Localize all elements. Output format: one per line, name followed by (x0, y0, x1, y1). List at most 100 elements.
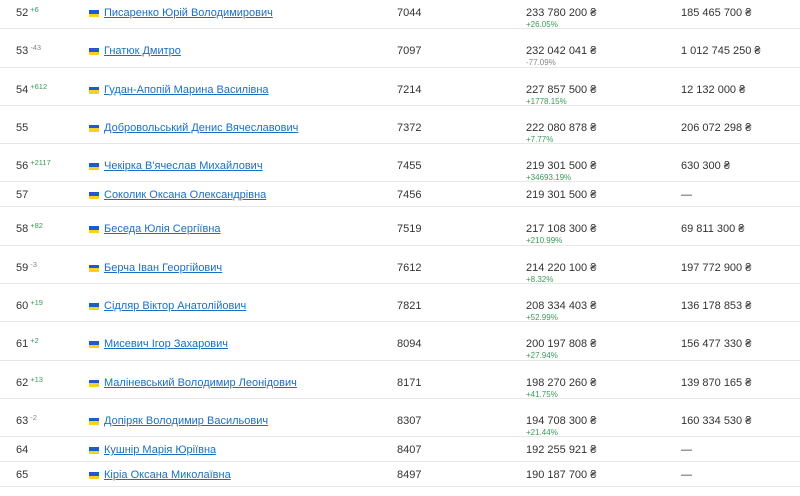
declaration-number: 7455 (397, 160, 422, 173)
declaration-number: 7821 (397, 300, 422, 313)
percent-change: +26.05% (526, 20, 558, 29)
rank-number: 65 (16, 469, 29, 482)
rank-cell: 62 +13 (16, 374, 43, 389)
person-name-link[interactable]: Берча Іван Георгійович (104, 262, 222, 274)
table-row: 62 +13 Маліневський Володимир Леонідович 81… (0, 361, 800, 399)
previous-amount: 197 772 900 ₴ (681, 261, 752, 274)
rank-cell: 61 +2 (16, 336, 39, 350)
table-row: 56 +2117 Чекірка В'ячеслав Михайлович 7455 2… (0, 144, 800, 183)
rank-cell: 54 +612 (16, 81, 48, 96)
ukraine-flag-icon (89, 303, 99, 311)
rank-change: -2 (30, 412, 37, 422)
declaration-number: 8307 (397, 414, 422, 427)
ukraine-flag-icon (89, 379, 99, 387)
rank-number: 62 (16, 376, 29, 389)
declarations-table: 52 +6 Писаренко Юрій Володимирович 7044 233 … (0, 0, 800, 488)
person-name-link[interactable]: Беседа Юлія Сергіївна (104, 223, 221, 235)
percent-change: +52.99% (526, 313, 558, 323)
percent-change: +21.44% (526, 427, 558, 437)
rank-cell: 55 (16, 122, 28, 134)
rank-number: 52 (16, 7, 29, 19)
person-name-link[interactable]: Сідляр Віктор Анатолійович (104, 300, 246, 312)
rank-number: 63 (16, 414, 29, 427)
person-name-link[interactable]: Чекірка В'ячеслав Михайлович (104, 160, 263, 172)
rank-cell: 65 (16, 469, 28, 481)
table-row: 60 +19 Сідляр Віктор Анатолійович 7821 208 3… (0, 284, 800, 323)
current-amount: 208 334 403 ₴ (526, 300, 597, 313)
rank-change: +13 (30, 374, 43, 384)
current-amount: 233 780 200 ₴ (526, 7, 597, 19)
previous-amount: 69 811 300 ₴ (681, 223, 745, 236)
current-amount: 232 042 041 ₴ (526, 45, 597, 58)
previous-amount: 1 012 745 250 ₴ (681, 45, 761, 58)
rank-cell: 58 +82 (16, 221, 43, 236)
person-name-link[interactable]: Соколик Оксана Олександрівна (104, 189, 266, 201)
table-row: 55 Добровольський Денис Вячеславович 7372 2… (0, 106, 800, 145)
previous-amount: — (681, 444, 692, 457)
rank-number: 58 (16, 223, 29, 236)
ukraine-flag-icon (89, 86, 99, 94)
rank-change: +2117 (30, 158, 51, 168)
previous-amount: 185 465 700 ₴ (681, 7, 752, 19)
ukraine-flag-icon (89, 163, 99, 171)
person-name-link[interactable]: Мисевич Ігор Захарович (104, 338, 228, 350)
current-amount: 194 708 300 ₴ (526, 414, 597, 427)
current-amount: 214 220 100 ₴ (526, 261, 597, 274)
rank-number: 54 (16, 83, 29, 96)
table-row: 64 Кушнір Марія Юріївна 8407 192 255 921 ₴ — (0, 437, 800, 463)
declaration-number: 8094 (397, 338, 422, 351)
previous-amount: 136 178 853 ₴ (681, 300, 752, 313)
current-amount: 217 108 300 ₴ (526, 223, 597, 236)
rank-change: -43 (30, 43, 42, 53)
percent-change: -77.09% (526, 58, 556, 68)
declaration-number: 7044 (397, 7, 422, 19)
person-name-link[interactable]: Писаренко Юрій Володимирович (104, 7, 273, 19)
current-amount: 200 197 808 ₴ (526, 338, 597, 351)
current-amount: 192 255 921 ₴ (526, 444, 597, 457)
table-row: 58 +82 Беседа Юлія Сергіївна 7519 217 108 30… (0, 207, 800, 246)
ukraine-flag-icon (89, 417, 99, 425)
person-name-link[interactable]: Добровольський Денис Вячеславович (104, 122, 298, 134)
ukraine-flag-icon (89, 124, 99, 132)
table-row: 63 -2 Допіряк Володимир Васильович 8307 194 … (0, 399, 800, 438)
person-name-link[interactable]: Гнатюк Дмитро (104, 45, 181, 57)
rank-number: 60 (16, 300, 29, 313)
table-row: 59 -3 Берча Іван Георгійович 7612 214 220 10… (0, 246, 800, 285)
person-name-link[interactable]: Кушнір Марія Юріївна (104, 444, 216, 456)
ukraine-flag-icon (89, 447, 99, 455)
table-row: 54 +612 Гудан-Апопій Марина Василівна 7214 2… (0, 68, 800, 106)
person-name-link[interactable]: Маліневський Володимир Леонідович (104, 377, 297, 389)
table-row: 53 -43 Гнатюк Дмитро 7097 232 042 041 ₴ -77.0… (0, 29, 800, 68)
current-amount: 219 301 500 ₴ (526, 160, 597, 173)
rank-change: -3 (30, 259, 37, 269)
table-row: 61 +2 Мисевич Ігор Захарович 8094 200 197 80… (0, 322, 800, 361)
ukraine-flag-icon (89, 48, 99, 56)
current-amount: 198 270 260 ₴ (526, 376, 597, 389)
rank-number: 55 (16, 121, 29, 134)
previous-amount: — (681, 189, 692, 202)
previous-amount: 139 870 165 ₴ (681, 376, 752, 389)
declaration-number: 7372 (397, 121, 422, 134)
person-name-link[interactable]: Гудан-Апопій Марина Василівна (104, 84, 269, 96)
rank-number: 56 (16, 160, 29, 173)
declaration-number: 7612 (397, 261, 422, 274)
declaration-number: 7097 (397, 45, 422, 58)
rank-cell: 57 (16, 189, 28, 201)
current-amount: 222 080 878 ₴ (526, 121, 597, 134)
ukraine-flag-icon (89, 192, 99, 200)
previous-amount: — (681, 469, 692, 482)
rank-cell: 53 -43 (16, 43, 42, 57)
previous-amount: 160 334 530 ₴ (681, 414, 752, 427)
ukraine-flag-icon (89, 472, 99, 480)
person-name-link[interactable]: Кіріа Оксана Миколаївна (104, 469, 231, 481)
percent-change: +210.99% (526, 236, 563, 246)
declaration-number: 8407 (397, 444, 422, 457)
person-name-link[interactable]: Допіряк Володимир Васильович (104, 415, 268, 427)
previous-amount: 206 072 298 ₴ (681, 121, 752, 134)
rank-number: 59 (16, 261, 29, 274)
rank-change: +612 (30, 81, 48, 91)
percent-change: +27.94% (526, 351, 558, 361)
rank-cell: 63 -2 (16, 412, 37, 427)
rank-change: +19 (30, 298, 43, 308)
previous-amount: 12 132 000 ₴ (681, 83, 746, 96)
